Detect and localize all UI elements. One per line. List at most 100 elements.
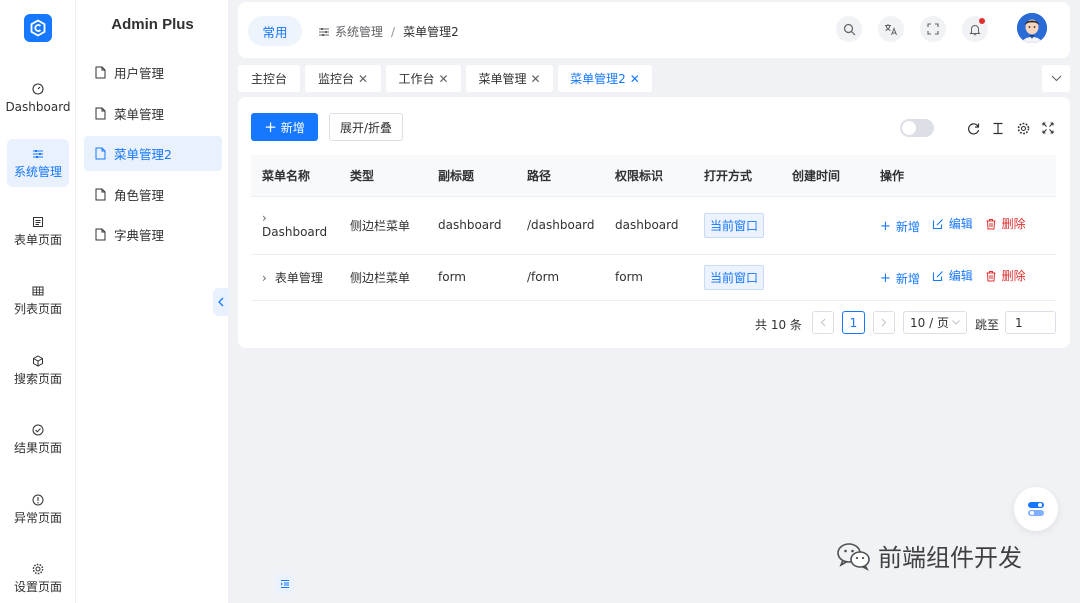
row-add-link[interactable]: + 新增 [880,218,920,235]
tab-monitor[interactable]: 监控台 ✕ [305,65,381,92]
expand-row-icon[interactable]: › [262,271,267,285]
table-fullscreen-button[interactable] [1040,120,1056,136]
tab-label: 监控台 [317,72,354,86]
sidebar-collapse-button[interactable] [213,288,229,316]
chevron-left-icon [820,318,826,327]
submenu-item-roles[interactable]: 角色管理 [84,177,222,212]
rail-item-label: 设置页面 [13,579,62,594]
submenu-item-dict[interactable]: 字典管理 [84,217,222,252]
jump-to-label: 跳至 [975,318,1000,332]
table-header-row: 菜单名称 类型 副标题 路径 权限标识 打开方式 创建时间 操作 [251,155,1056,197]
breadcrumb-item[interactable]: 系统管理 [335,23,383,40]
expand-toggle-switch[interactable] [900,119,934,137]
expand-row-icon[interactable]: › [262,211,267,225]
rail-item-system[interactable]: 系统管理 [7,139,69,187]
cell-open-mode: 当前窗口 [693,254,781,301]
cell-actions: + 新增 编辑 删除 [869,196,1056,255]
tab-menu[interactable]: 菜单管理 ✕ [466,65,553,92]
text-height-icon [993,122,1003,134]
pagination-page-1[interactable]: 1 [842,311,865,334]
rail-item-form[interactable]: 表单页面 [0,205,76,257]
submenu-item-menu[interactable]: 菜单管理 [84,96,222,131]
page-size-select[interactable]: 10 / 页 [903,311,967,334]
table-icon [31,284,45,298]
column-header: 操作 [869,155,1056,197]
file-icon [95,228,107,241]
search-button[interactable] [836,16,862,42]
cell-permission: dashboard [604,196,693,255]
submenu-item-menu2[interactable]: 菜单管理2 [84,136,222,171]
refresh-button[interactable] [965,120,981,136]
common-pill-button[interactable]: 常用 [248,16,302,46]
jump-to-input[interactable]: 1 [1005,311,1056,334]
row-delete-link[interactable]: 删除 [985,215,1026,232]
rail-item-label: 搜索页面 [13,371,62,386]
rail-item-exception[interactable]: 异常页面 [0,483,76,535]
theme-settings-float-button[interactable] [1014,487,1058,531]
close-icon[interactable]: ✕ [530,72,540,86]
edit-icon [932,270,943,281]
submenu-item-label: 菜单管理 [114,107,165,122]
tab-console[interactable]: 主控台 [238,65,300,92]
open-mode-tag: 当前窗口 [704,264,765,290]
row-edit-link[interactable]: 编辑 [932,215,973,232]
breadcrumb-separator: / [391,24,396,39]
menu-fold-button[interactable] [276,575,294,593]
pagination-next-button[interactable] [873,311,895,334]
rail-item-dashboard[interactable]: Dashboard [0,72,76,124]
expand-collapse-button[interactable]: 展开/折叠 [329,113,403,141]
app-logo[interactable] [24,14,52,42]
column-header: 类型 [339,155,427,197]
user-avatar[interactable] [1017,13,1047,43]
close-icon[interactable]: ✕ [438,72,448,86]
fullscreen-button[interactable] [920,16,946,42]
cell-open-mode: 当前窗口 [693,196,781,255]
notification-button[interactable] [962,16,988,42]
rail-item-label: Dashboard [5,99,71,114]
cell-path: /form [516,254,604,301]
close-icon[interactable]: ✕ [630,72,640,86]
row-delete-link[interactable]: 删除 [985,267,1026,284]
column-header: 副标题 [427,155,516,197]
fullscreen-icon [927,23,939,35]
chevron-left-icon [218,297,224,307]
bell-icon [969,24,981,35]
row-edit-label: 编辑 [948,269,973,284]
tabs-more-button[interactable] [1042,65,1070,92]
rail-item-result[interactable]: 结果页面 [0,413,76,465]
breadcrumb-current: 菜单管理2 [403,25,459,39]
plus-icon: + [880,270,891,286]
pagination-prev-button[interactable] [812,311,834,334]
brand-title: Admin Plus [111,16,194,33]
cell-name-text: 表单管理 [274,270,323,285]
close-icon[interactable]: ✕ [358,72,368,86]
tab-menu2[interactable]: 菜单管理2 ✕ [558,65,652,92]
rail-item-settings[interactable]: 设置页面 [0,552,76,603]
cell-path: /dashboard [516,196,604,255]
submenu-item-label: 用户管理 [114,66,165,81]
cell-created [781,196,869,255]
tab-label: 菜单管理2 [570,72,626,86]
rail-item-label: 表单页面 [13,232,62,247]
rail-item-search[interactable]: 搜索页面 [0,344,76,396]
translate-button[interactable] [878,16,904,42]
cell-created [781,254,869,301]
tab-workbench[interactable]: 工作台 ✕ [386,65,461,92]
submenu-item-users[interactable]: 用户管理 [84,55,222,90]
tab-label: 工作台 [398,72,435,86]
gear-icon [31,562,45,576]
column-height-button[interactable] [990,120,1006,136]
rail-item-list[interactable]: 列表页面 [0,274,76,326]
rail-item-label: 结果页面 [13,440,62,455]
fullscreen-icon [1042,122,1054,134]
row-add-link[interactable]: + 新增 [880,270,920,287]
trash-icon [986,270,996,282]
add-button-label: 新增 [280,120,305,135]
watermark: 前端组件开发 [836,538,1022,573]
watermark-text: 前端组件开发 [878,544,1022,572]
column-settings-button[interactable] [1015,120,1031,136]
avatar-image [1017,13,1047,43]
column-header: 菜单名称 [251,155,339,197]
add-button[interactable]: + 新增 [251,113,318,141]
row-edit-link[interactable]: 编辑 [932,267,973,284]
